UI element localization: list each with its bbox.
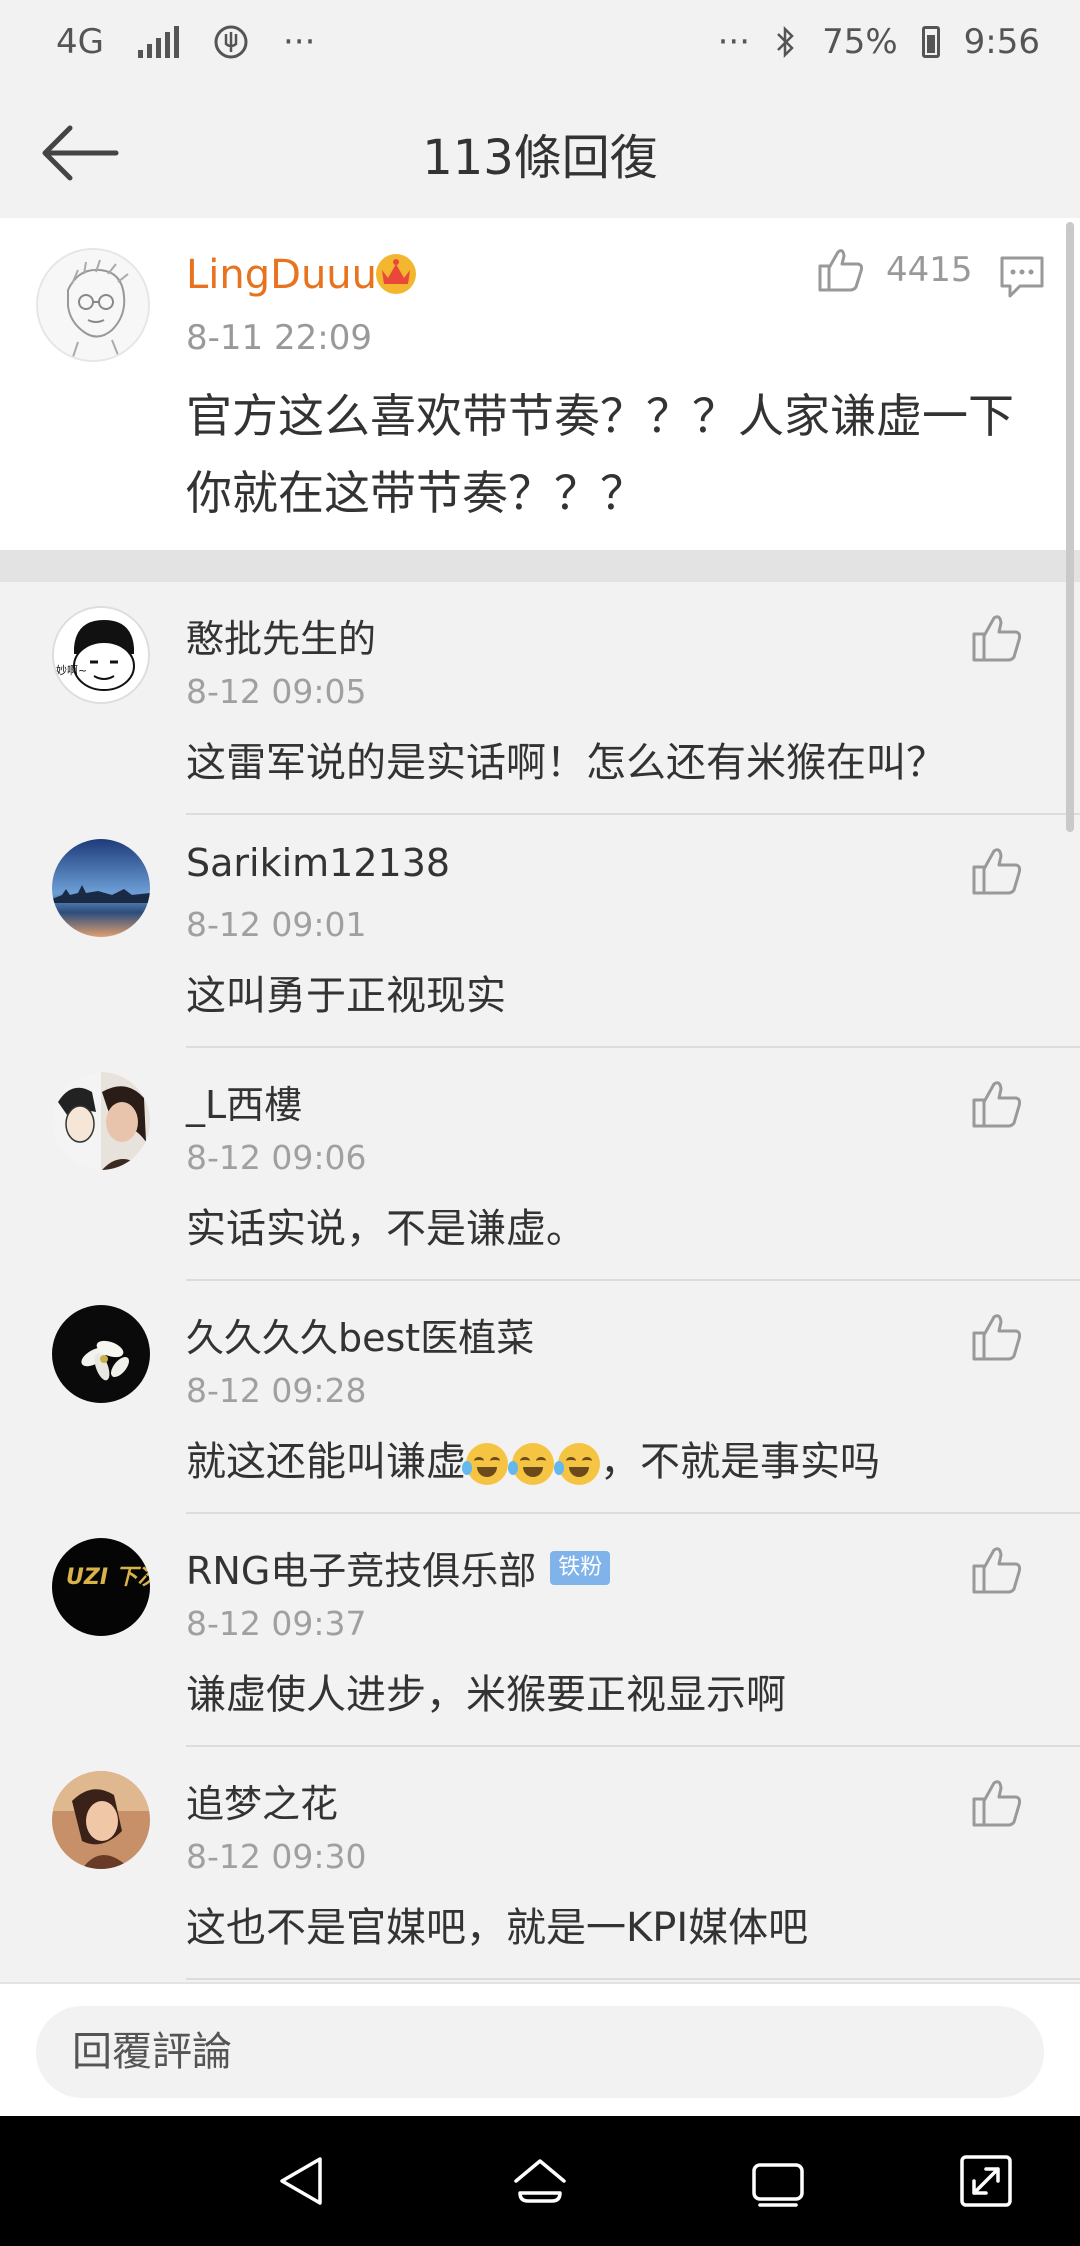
reply-text: 这叫勇于正视现实 [186,973,506,1019]
svg-text:妙啊~: 妙啊~ [56,663,87,677]
reply-username[interactable]: RNG电子竞技俱乐部 铁粉 [186,1540,611,1595]
main-comment-text: 官方这么喜欢带节奏？？？人家谦虚一下你就在这带节奏？？？ [186,389,1014,520]
thumbs-up-icon [972,1314,1022,1361]
header: 113條回復 [0,90,1080,220]
list-item[interactable]: Sarikim12138 8-12 09:01 这叫勇于正视现实 [0,815,1080,1048]
section-divider [0,550,1080,582]
main-like-button[interactable]: 4415 [816,246,973,294]
reply-text-part: 就这还能叫谦虚 [186,1439,466,1485]
battery-icon [921,26,940,58]
nav-recents-button[interactable] [748,2151,808,2211]
nav-back-button[interactable] [272,2151,332,2211]
page-title: 113條回復 [422,130,658,186]
nav-expand-button[interactable] [956,2151,1016,2211]
reply-username[interactable]: 憨批先生的 [186,608,376,663]
battery-percent: 75% [822,22,898,62]
like-button[interactable] [970,1777,1024,1831]
reply-time: 8-12 09:28 [186,1371,367,1410]
list-item[interactable]: 妙啊~ 憨批先生的 8-12 09:05 这雷军说的是实话啊！怎么还有米猴在叫？ [0,582,1080,815]
reply-text: 这雷军说的是实话啊！怎么还有米猴在叫？ [186,740,946,786]
thumbs-up-icon [972,615,1022,662]
reply-text: 这也不是官媒吧，就是一KPI媒体吧 [186,1905,809,1951]
more-status-icon: ··· [717,22,751,62]
avatar-logo-text: UZI 下次再见 又会 [66,1565,150,1590]
expand-icon [960,2155,1012,2207]
username-text[interactable]: RNG电子竞技俱乐部 [186,1540,536,1595]
main-comment: LingDuuu 8-11 22:09 4415 官方这么喜欢带节奏？？？人家谦… [0,218,1080,550]
username-text[interactable]: Sarikim12138 [186,841,450,885]
thumbs-up-icon [818,249,864,292]
reply-text-part: ，不就是事实吗 [600,1439,880,1485]
avatar[interactable] [36,248,150,362]
nav-home-button[interactable] [510,2151,570,2211]
reply-text: 谦虚使人进步，米猴要正视显示啊 [186,1672,786,1718]
compass-icon [213,24,249,60]
reply-list: 妙啊~ 憨批先生的 8-12 09:05 这雷军说的是实话啊！怎么还有米猴在叫？… [0,582,1080,1980]
reply-comment-icon[interactable] [998,254,1046,300]
thumbs-up-icon [972,1780,1022,1827]
avatar[interactable]: 妙啊~ [52,606,150,704]
username-text[interactable]: 久久久久best医植菜 [186,1307,534,1362]
laughing-crying-emoji-icon [462,1443,508,1485]
network-type: 4G [56,22,104,62]
username-text[interactable]: 追梦之花 [186,1773,338,1828]
list-item[interactable]: 久久久久best医植菜 8-12 09:28 就这还能叫谦虚 ，不就是事实吗 [0,1281,1080,1514]
like-button[interactable] [970,1544,1024,1598]
list-item[interactable]: 追梦之花 8-12 09:30 这也不是官媒吧，就是一KPI媒体吧 [0,1747,1080,1980]
reply-time: 8-12 09:05 [186,672,367,711]
reply-time: 8-12 09:37 [186,1604,367,1643]
divider [186,1978,1080,1980]
navigation-bar [0,2116,1080,2246]
scrollbar[interactable] [1066,222,1074,832]
like-button[interactable] [970,612,1024,666]
like-count: 4415 [886,250,973,290]
reply-time: 8-12 09:01 [186,905,367,944]
avatar[interactable] [52,1771,150,1869]
avatar[interactable]: UZI 下次再见 又会 [52,1538,150,1636]
main-comment-time: 8-11 22:09 [186,318,372,358]
reply-username[interactable]: Sarikim12138 [186,841,450,885]
clock: 9:56 [963,22,1040,62]
like-button[interactable] [970,845,1024,899]
status-bar: 4G ··· ··· 75% 9:56 [0,0,1080,90]
main-comment-username[interactable]: LingDuuu [186,252,377,298]
reply-username[interactable]: 追梦之花 [186,1773,338,1828]
laughing-crying-emoji-group [462,1443,600,1485]
reply-input-bar: 回覆評論 [0,1982,1080,2118]
signal-icon [137,26,179,58]
avatar[interactable] [52,839,150,937]
reply-text: 就这还能叫谦虚 ，不就是事实吗 [186,1429,880,1487]
list-item[interactable]: UZI 下次再见 又会 RNG电子竞技俱乐部铁粉 8-12 09:37 谦虚使人… [0,1514,1080,1747]
crown-badge-icon [372,248,420,296]
reply-time: 8-12 09:30 [186,1837,367,1876]
thumbs-up-icon [972,1081,1022,1128]
laughing-crying-emoji-icon [508,1443,554,1485]
recents-icon [752,2163,804,2207]
avatar[interactable] [52,1072,150,1170]
username-text[interactable]: _L西樓 [186,1074,302,1129]
username-text[interactable]: 憨批先生的 [186,608,376,663]
reply-username[interactable]: _L西樓 [186,1074,302,1129]
like-button[interactable] [970,1078,1024,1132]
home-icon [514,2159,566,2203]
laughing-crying-emoji-icon [554,1443,600,1485]
list-item[interactable]: _L西樓 8-12 09:06 实话实说，不是谦虚。 [0,1048,1080,1281]
reply-username[interactable]: 久久久久best医植菜 [186,1307,534,1362]
bluetooth-icon [774,24,798,60]
thumbs-up-icon [972,848,1022,895]
triangle-back-icon [280,2157,322,2205]
like-button[interactable] [970,1311,1024,1365]
fan-badge: 铁粉 [550,1550,611,1585]
reply-text: 实话实说，不是谦虚。 [186,1206,586,1252]
reply-time: 8-12 09:06 [186,1138,367,1177]
reply-input[interactable]: 回覆評論 [36,2006,1044,2098]
thumbs-up-icon [972,1547,1022,1594]
more-notifications-icon: ··· [282,22,316,62]
avatar[interactable] [52,1305,150,1403]
